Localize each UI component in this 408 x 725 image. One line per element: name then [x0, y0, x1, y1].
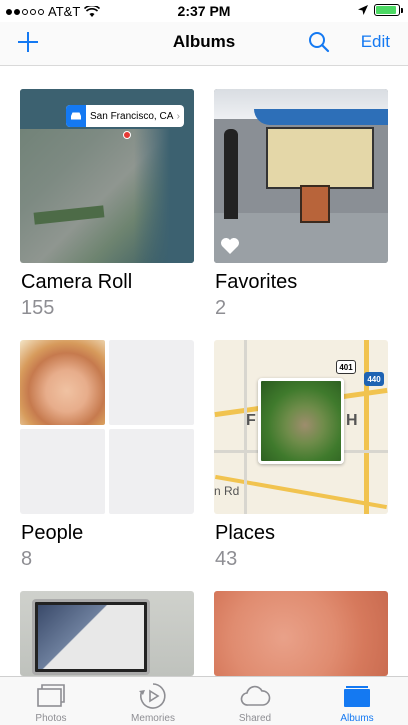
- car-icon: [66, 105, 86, 127]
- album-partial-left[interactable]: [20, 591, 194, 676]
- page-title: Albums: [172, 32, 236, 51]
- tab-label: Memories: [131, 713, 175, 724]
- map-label: F: [246, 412, 256, 429]
- album-name: People: [21, 522, 84, 544]
- album-thumbnail: 401 440 F H n Rd: [214, 340, 388, 514]
- search-icon[interactable]: [308, 31, 330, 53]
- tab-albums[interactable]: Albums: [306, 677, 408, 725]
- status-bar: AT&T 2:37 PM: [0, 0, 408, 22]
- album-count: 155: [21, 297, 55, 319]
- battery-icon: [374, 4, 403, 16]
- highway-shield-401: 401: [336, 360, 356, 374]
- map-label: H: [346, 412, 358, 429]
- tab-shared[interactable]: Shared: [204, 677, 306, 725]
- album-count: 2: [215, 297, 227, 319]
- tab-label: Photos: [35, 713, 67, 724]
- status-time: 2:37 PM: [177, 3, 231, 19]
- album-name: Places: [215, 522, 276, 544]
- edit-button[interactable]: Edit: [361, 32, 390, 52]
- album-count: 43: [215, 548, 238, 570]
- tab-memories[interactable]: Memories: [102, 677, 204, 725]
- memories-icon: [139, 683, 166, 709]
- album-favorites[interactable]: Favorites 2: [214, 89, 388, 329]
- face-thumbnail: [20, 340, 105, 425]
- tab-label: Shared: [238, 713, 272, 724]
- laptop-image: [32, 599, 150, 675]
- status-right: [358, 4, 403, 16]
- photos-icon: [37, 684, 65, 707]
- album-name: Favorites: [215, 271, 298, 293]
- tab-photos[interactable]: Photos: [0, 677, 102, 725]
- albums-icon: [344, 686, 370, 707]
- album-thumbnail: [20, 591, 194, 676]
- highway-shield-440: 440: [364, 372, 384, 386]
- album-thumbnail: San Francisco, CA ›: [20, 89, 194, 263]
- map-road-label: n Rd: [214, 484, 240, 498]
- album-thumbnail: [214, 89, 388, 263]
- album-camera-roll[interactable]: San Francisco, CA › Camera Roll 155: [20, 89, 194, 329]
- cloud-icon: [240, 685, 271, 706]
- album-people[interactable]: People 8: [20, 340, 194, 580]
- album-count: 8: [21, 548, 33, 570]
- tab-label: Albums: [340, 713, 374, 724]
- album-thumbnail: [214, 591, 388, 676]
- album-name: Camera Roll: [21, 271, 133, 293]
- navigation-bar: Albums Edit: [0, 22, 408, 66]
- location-arrow-icon: [358, 5, 368, 15]
- heart-icon: [221, 238, 239, 254]
- squirrel-photo: [258, 378, 344, 464]
- album-partial-right[interactable]: [214, 591, 388, 676]
- location-label: San Francisco, CA: [90, 110, 174, 122]
- album-thumbnail: [20, 340, 194, 514]
- map-pin-icon: [123, 131, 131, 139]
- chevron-right-icon: ›: [176, 110, 180, 122]
- location-callout: San Francisco, CA ›: [66, 105, 184, 127]
- album-places[interactable]: 401 440 F H n Rd Places 43: [214, 340, 388, 580]
- tab-bar: Photos Memories Shared Albums: [0, 676, 408, 725]
